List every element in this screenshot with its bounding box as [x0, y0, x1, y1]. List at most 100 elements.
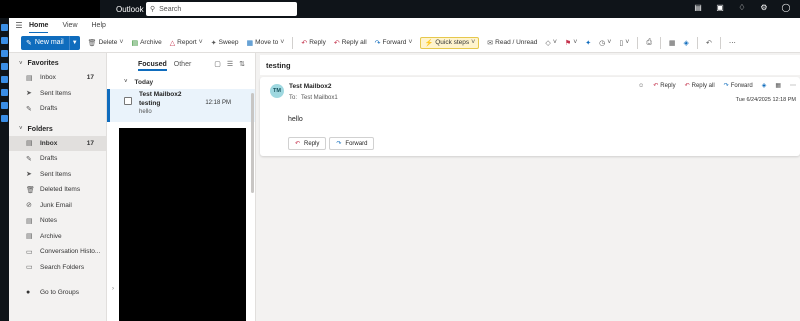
emoji-icon[interactable]: ☺: [638, 83, 644, 89]
recipient-name[interactable]: Test Mailbox1: [301, 95, 338, 101]
tag-button[interactable]: ◇ ˅: [545, 39, 556, 47]
sort-icon[interactable]: ⇅: [239, 60, 245, 68]
inbox-icon: ▤: [26, 140, 33, 148]
calendar-icon[interactable]: ▣: [714, 3, 726, 12]
folder-label: Deleted Items: [40, 186, 81, 194]
policy-button[interactable]: ▯ ˅: [619, 39, 629, 47]
apps-icon[interactable]: [1, 115, 8, 122]
folder-item-conversation-history[interactable]: ▭ Conversation Histo...: [9, 244, 106, 260]
pin-button[interactable]: ✦: [585, 39, 591, 47]
favorites-item-drafts[interactable]: ✎ Drafts: [9, 101, 106, 117]
favorites-item-inbox[interactable]: ▤ Inbox 17: [9, 70, 106, 86]
filter-icon[interactable]: ☰: [227, 60, 233, 68]
lightning-icon: ⚡: [424, 39, 434, 47]
reply-button[interactable]: ↶ Reply: [288, 137, 327, 150]
folders-header[interactable]: ˅ Folders: [9, 123, 106, 136]
hamburger-icon[interactable]: ☰: [9, 21, 29, 30]
reply-all-action[interactable]: ↶ Reply all: [685, 82, 715, 89]
folder-label: Sent Items: [40, 89, 72, 97]
reply-button[interactable]: ↶ Reply: [301, 39, 326, 47]
favorites-item-sent[interactable]: ➤ Sent Items: [9, 86, 106, 102]
groups-icon: ●: [26, 288, 31, 296]
chevron-down-icon[interactable]: ▼: [70, 40, 80, 46]
folder-label: Inbox: [40, 74, 56, 82]
more-options-button[interactable]: ⋯: [729, 39, 736, 47]
tab-focused[interactable]: Focused: [138, 61, 167, 71]
undo-button[interactable]: ↶: [706, 39, 712, 47]
top-bar: Outlook ⚲ Search ▤ ▣ ♢ ⚙ ◯: [0, 0, 800, 18]
snooze-button[interactable]: ◷ ˅: [599, 39, 611, 47]
archive-icon: ▤: [26, 233, 33, 241]
tab-home[interactable]: Home: [29, 22, 49, 33]
read-unread-label: Read / Unread: [495, 39, 538, 46]
message-preview: hello: [139, 109, 152, 115]
go-to-groups-label: Go to Groups: [40, 288, 80, 296]
grid-icon[interactable]: ▦: [775, 82, 781, 89]
folder-item-notes[interactable]: ▤ Notes: [9, 213, 106, 229]
org-icon[interactable]: [1, 89, 8, 96]
select-icon[interactable]: ▢: [214, 60, 221, 68]
folder-item-search-folders[interactable]: ▭ Search Folders: [9, 260, 106, 276]
list-item[interactable]: Test Mailbox2 testing 12:18 PM hello: [107, 89, 255, 122]
print-button[interactable]: ⎙: [646, 39, 652, 47]
calendar-icon[interactable]: [1, 37, 8, 44]
search-folder-icon: ▭: [26, 264, 33, 272]
onedrive-icon[interactable]: [1, 102, 8, 109]
tab-help[interactable]: Help: [92, 22, 106, 29]
forward-button[interactable]: ↷ Forward ˅: [375, 39, 413, 47]
forward-button[interactable]: ↷ Forward: [329, 137, 375, 150]
read-unread-button[interactable]: ✉ Read / Unread: [487, 39, 537, 47]
translate-icon[interactable]: ◈: [762, 82, 767, 89]
folder-item-drafts[interactable]: ✎ Drafts: [9, 151, 106, 167]
immersive-reader-button[interactable]: ▦: [669, 39, 676, 47]
date-group-header[interactable]: ˅ Today: [107, 75, 255, 89]
help-icon[interactable]: ◯: [780, 3, 792, 12]
notes-icon[interactable]: ▤: [692, 3, 704, 12]
go-to-groups-link[interactable]: ● Go to Groups: [9, 285, 106, 299]
gear-icon[interactable]: ⚙: [758, 3, 770, 12]
trash-icon: 🗑: [26, 186, 35, 194]
tab-other[interactable]: Other: [174, 61, 192, 68]
folder-label: Drafts: [40, 105, 58, 113]
report-button[interactable]: △ Report ˅: [170, 39, 203, 47]
new-mail-button[interactable]: ✎ New mail ▼: [21, 35, 80, 50]
message-actions: ☺ ↶ Reply ↶ Reply all ↷ Forward ◈ ▦ ⋯: [638, 82, 796, 90]
folder-item-archive[interactable]: ▤ Archive: [9, 229, 106, 245]
folder-item-junk[interactable]: ⊘ Junk Email: [9, 198, 106, 214]
search-placeholder: Search: [159, 5, 182, 13]
delete-button[interactable]: 🗑 Delete ˅: [88, 39, 124, 47]
scrollbar[interactable]: [251, 93, 254, 193]
reply-button-label: Reply: [304, 140, 320, 147]
brand-area: [0, 0, 100, 18]
folder-item-sent[interactable]: ➤ Sent Items: [9, 167, 106, 183]
folder-item-deleted[interactable]: 🗑 Deleted Items: [9, 182, 106, 198]
folder-icon: ▭: [26, 248, 33, 256]
groups-icon[interactable]: [1, 63, 8, 70]
quick-steps-button[interactable]: ⚡ Quick steps ˅: [420, 36, 480, 49]
reply-action[interactable]: ↶ Reply: [653, 82, 675, 89]
chevron-down-icon: ˅: [119, 39, 124, 46]
flag-button[interactable]: ⚑ ˅: [565, 39, 577, 47]
tab-view[interactable]: View: [62, 22, 77, 29]
archive-button[interactable]: ▤ Archive: [131, 39, 161, 47]
search-input[interactable]: ⚲ Search: [146, 2, 297, 16]
more-icon[interactable]: ⋯: [790, 82, 796, 89]
sweep-button[interactable]: ✦ Sweep: [211, 39, 239, 47]
sender-name[interactable]: Test Mailbox2: [289, 83, 332, 90]
translate-button[interactable]: ◈: [684, 39, 689, 47]
todo-icon[interactable]: [1, 76, 8, 83]
bell-icon[interactable]: ♢: [736, 3, 748, 12]
favorites-header[interactable]: ˅ Favorites: [9, 57, 106, 70]
move-to-button[interactable]: ▦ Move to ˅: [247, 39, 285, 47]
people-icon[interactable]: [1, 50, 8, 57]
reply-all-button[interactable]: ↶ Reply all: [334, 39, 367, 47]
message-checkbox[interactable]: [124, 97, 132, 105]
folder-item-inbox[interactable]: ▤ Inbox 17: [9, 135, 106, 151]
policy-icon: ▯: [619, 39, 624, 47]
sent-icon: ➤: [26, 171, 32, 179]
mail-icon[interactable]: [1, 24, 8, 31]
forward-action[interactable]: ↷ Forward: [724, 82, 753, 89]
folder-label: Sent Items: [40, 170, 72, 178]
chevron-right-icon[interactable]: ›: [112, 286, 114, 292]
avatar[interactable]: TM: [270, 84, 284, 98]
